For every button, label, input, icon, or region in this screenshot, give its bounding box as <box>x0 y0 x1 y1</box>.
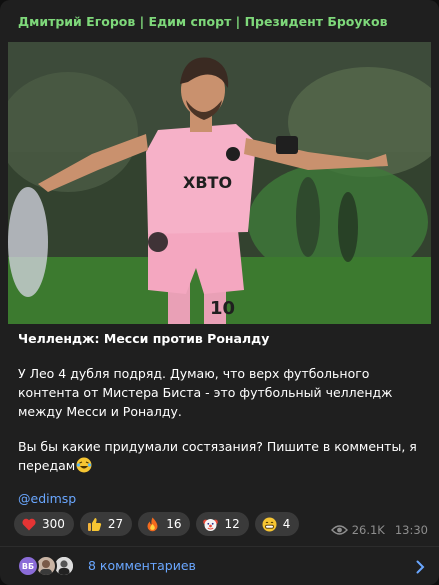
grin-icon <box>262 517 277 532</box>
reaction-heart[interactable]: 300 <box>14 512 74 536</box>
post-photo[interactable]: 10 XBTO <box>8 42 431 324</box>
reaction-count: 4 <box>282 517 291 531</box>
chevron-right-icon[interactable] <box>416 559 425 574</box>
channel-handle-link[interactable]: @edimsp <box>18 491 76 506</box>
player-illustration: 10 XBTO <box>8 42 431 324</box>
clown-icon <box>203 517 219 532</box>
message-meta: 26.1K 13:30 <box>330 523 428 537</box>
eye-icon <box>330 524 348 536</box>
message-time: 13:30 <box>394 523 428 537</box>
jersey-number: 10 <box>210 298 235 319</box>
jersey-brand: XBTO <box>183 173 232 192</box>
thumbs-up-icon <box>87 517 102 532</box>
post-title: Челлендж: Месси против Роналду <box>18 331 270 346</box>
views-count: 26.1K <box>351 523 385 537</box>
reaction-grin[interactable]: 4 <box>254 512 300 536</box>
reaction-count: 27 <box>107 517 124 531</box>
reaction-count: 12 <box>224 517 240 531</box>
comments-button[interactable]: ВБ 8 комментариев <box>0 547 439 585</box>
laughing-emoji-icon <box>76 457 92 473</box>
comments-count-label[interactable]: 8 комментариев <box>88 558 196 573</box>
channel-title[interactable]: Дмитрий Егоров | Едим спорт | Президент … <box>18 14 388 29</box>
message-card: Дмитрий Егоров | Едим спорт | Президент … <box>0 0 439 585</box>
avatar-initials: ВБ <box>21 561 35 571</box>
reaction-count: 300 <box>42 517 65 531</box>
reaction-count: 16 <box>166 517 182 531</box>
fire-icon <box>145 517 160 532</box>
reaction-thumbs-up[interactable]: 27 <box>79 512 133 536</box>
reactions-row: 300 27 16 12 4 <box>14 512 300 536</box>
post-paragraph-2: Вы бы какие придумали состязания? Пишите… <box>18 437 428 475</box>
reaction-clown[interactable]: 12 <box>196 512 249 536</box>
heart-icon <box>21 517 36 532</box>
reaction-fire[interactable]: 16 <box>138 512 191 536</box>
post-paragraph-1: У Лео 4 дубля подряд. Думаю, что верх фу… <box>18 366 393 419</box>
avatar: ВБ <box>17 555 39 577</box>
